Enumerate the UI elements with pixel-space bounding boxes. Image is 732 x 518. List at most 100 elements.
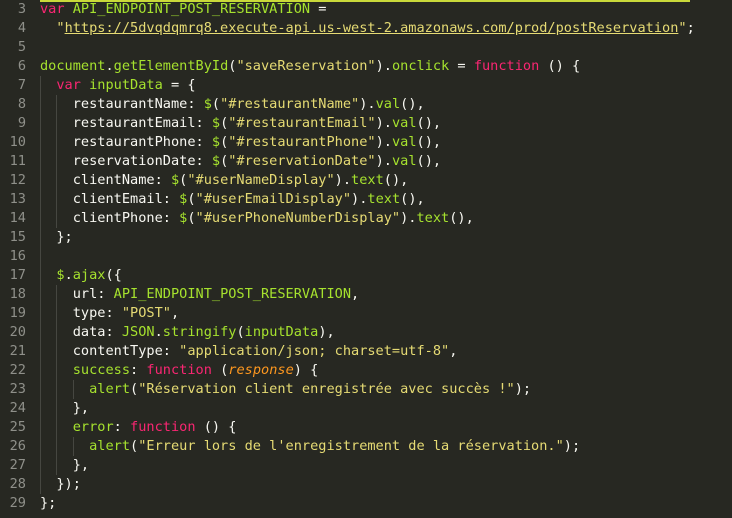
code-token: ). xyxy=(334,172,352,188)
code-text: var inputData = { xyxy=(40,76,195,95)
code-token: }, xyxy=(40,400,90,416)
code-line[interactable]: 19 type: "POST", xyxy=(0,304,732,323)
code-token: }); xyxy=(40,476,81,492)
code-line[interactable]: 12 clientName: $("#userNameDisplay").tex… xyxy=(0,171,732,190)
code-token: (), xyxy=(416,115,442,131)
code-token: . xyxy=(154,324,163,340)
line-number: 15 xyxy=(9,229,26,245)
code-token: ( xyxy=(236,324,245,340)
code-editor[interactable]: 3 var API_ENDPOINT_POST_RESERVATION = 4 "h… xyxy=(0,0,732,518)
code-line[interactable]: 14 clientPhone: $("#userPhoneNumberDispl… xyxy=(0,209,732,228)
code-line[interactable]: 16 xyxy=(0,247,732,266)
code-line[interactable]: 11 reservationDate: $("#reservationDate"… xyxy=(0,152,732,171)
code-token: restaurantName: xyxy=(40,96,204,112)
code-token: ( xyxy=(187,191,196,207)
code-token: "#userNameDisplay" xyxy=(187,172,335,188)
code-token: onclick xyxy=(391,58,450,74)
code-token: $ xyxy=(170,172,180,188)
code-token: ). xyxy=(375,115,392,131)
code-text: }, xyxy=(40,456,89,475)
code-token: restaurantPhone: xyxy=(40,134,212,150)
code-line[interactable]: 9 restaurantEmail: $("#restaurantEmail")… xyxy=(0,114,732,133)
code-token: inputData xyxy=(89,77,163,93)
code-line[interactable]: 13 clientEmail: $("#userEmailDisplay").t… xyxy=(0,190,732,209)
code-token: ). xyxy=(375,58,392,74)
line-number: 6 xyxy=(17,58,26,74)
indent-guide xyxy=(40,76,41,494)
code-token: JSON xyxy=(121,324,155,340)
code-line[interactable]: 8 restaurantName: $("#restaurantName").v… xyxy=(0,95,732,114)
code-token: document xyxy=(40,58,106,74)
code-line[interactable]: 29}; xyxy=(0,494,732,513)
line-number: 29 xyxy=(9,495,26,511)
code-token: ; xyxy=(686,20,695,36)
indent-guide xyxy=(56,285,57,475)
code-text: error: function () { xyxy=(40,418,237,437)
code-token: . xyxy=(64,267,73,283)
code-token: , xyxy=(170,305,180,321)
code-token: ). xyxy=(359,96,376,112)
code-token: }, xyxy=(40,457,90,473)
code-line[interactable]: 20 data: JSON.stringify(inputData), xyxy=(0,323,732,342)
code-line[interactable]: 24 }, xyxy=(0,399,732,418)
code-text: restaurantEmail: $("#restaurantEmail").v… xyxy=(40,114,441,133)
code-text: clientPhone: $("#userPhoneNumberDisplay"… xyxy=(40,209,474,228)
line-number: 8 xyxy=(17,96,26,112)
code-line[interactable]: 15 }; xyxy=(0,228,732,247)
line-number: 16 xyxy=(9,248,26,264)
code-line[interactable]: 28 }); xyxy=(0,475,732,494)
code-text: alert("Erreur lors de l'enregistrement d… xyxy=(40,437,580,456)
code-line[interactable]: 27 }, xyxy=(0,456,732,475)
line-number: 10 xyxy=(9,134,26,150)
code-line[interactable]: 5 xyxy=(0,38,732,57)
code-token: (), xyxy=(383,172,409,188)
code-token: . xyxy=(105,58,114,74)
code-text: }; xyxy=(40,494,56,513)
code-token: function xyxy=(146,362,212,378)
code-token: $ xyxy=(56,267,65,283)
code-token: alert xyxy=(89,438,131,454)
code-token: ). xyxy=(351,191,368,207)
code-line[interactable]: 17 $.ajax({ xyxy=(0,266,732,285)
code-line[interactable]: 26 alert("Erreur lors de l'enregistremen… xyxy=(0,437,732,456)
code-token: getElementById xyxy=(113,58,229,74)
code-line[interactable]: 18 url: API_ENDPOINT_POST_RESERVATION, xyxy=(0,285,732,304)
code-token: " xyxy=(56,20,65,36)
line-number: 17 xyxy=(9,267,26,283)
code-line[interactable]: 4 "https://5dvqdqmrq8.execute-api.us-wes… xyxy=(0,19,732,38)
line-number: 4 xyxy=(17,20,26,36)
code-token: ( xyxy=(130,381,139,397)
code-text: data: JSON.stringify(inputData), xyxy=(40,323,335,342)
code-token: ( xyxy=(187,210,196,226)
code-token: " xyxy=(678,20,687,36)
code-token: ). xyxy=(400,210,417,226)
line-number: 19 xyxy=(9,305,26,321)
code-token: text xyxy=(351,172,384,188)
code-line[interactable]: 22 success: function (response) { xyxy=(0,361,732,380)
code-token: ); xyxy=(514,381,532,397)
code-line[interactable]: 10 restaurantPhone: $("#restaurantPhone"… xyxy=(0,133,732,152)
code-token: = xyxy=(449,58,474,74)
code-line[interactable]: 21 contentType: "application/json; chars… xyxy=(0,342,732,361)
code-token: function xyxy=(130,419,196,435)
code-line[interactable]: 3 var API_ENDPOINT_POST_RESERVATION = xyxy=(0,0,732,19)
code-token: "Erreur lors de l'enregistrement de la r… xyxy=(138,438,564,454)
code-token: text xyxy=(367,191,401,207)
code-line[interactable]: 25 error: function () { xyxy=(0,418,732,437)
code-text: reservationDate: $("#reservationDate").v… xyxy=(40,152,441,171)
code-line[interactable]: 23 alert("Réservation client enregistrée… xyxy=(0,380,732,399)
line-number: 21 xyxy=(9,343,26,359)
code-text: restaurantPhone: $("#restaurantPhone").v… xyxy=(40,133,441,152)
line-number: 11 xyxy=(9,153,26,169)
code-token: (), xyxy=(400,191,425,207)
code-token: }; xyxy=(40,229,73,245)
indent-guide xyxy=(56,95,57,228)
code-token: (), xyxy=(416,153,442,169)
code-token: data: xyxy=(40,324,122,340)
code-line[interactable]: 7 var inputData = { xyxy=(0,76,732,95)
code-line[interactable]: 6 document.getElementById("saveReservatio… xyxy=(0,57,732,76)
code-text: url: API_ENDPOINT_POST_RESERVATION, xyxy=(40,285,359,304)
code-token: "#reservationDate" xyxy=(228,153,376,169)
code-token: = xyxy=(310,1,327,17)
